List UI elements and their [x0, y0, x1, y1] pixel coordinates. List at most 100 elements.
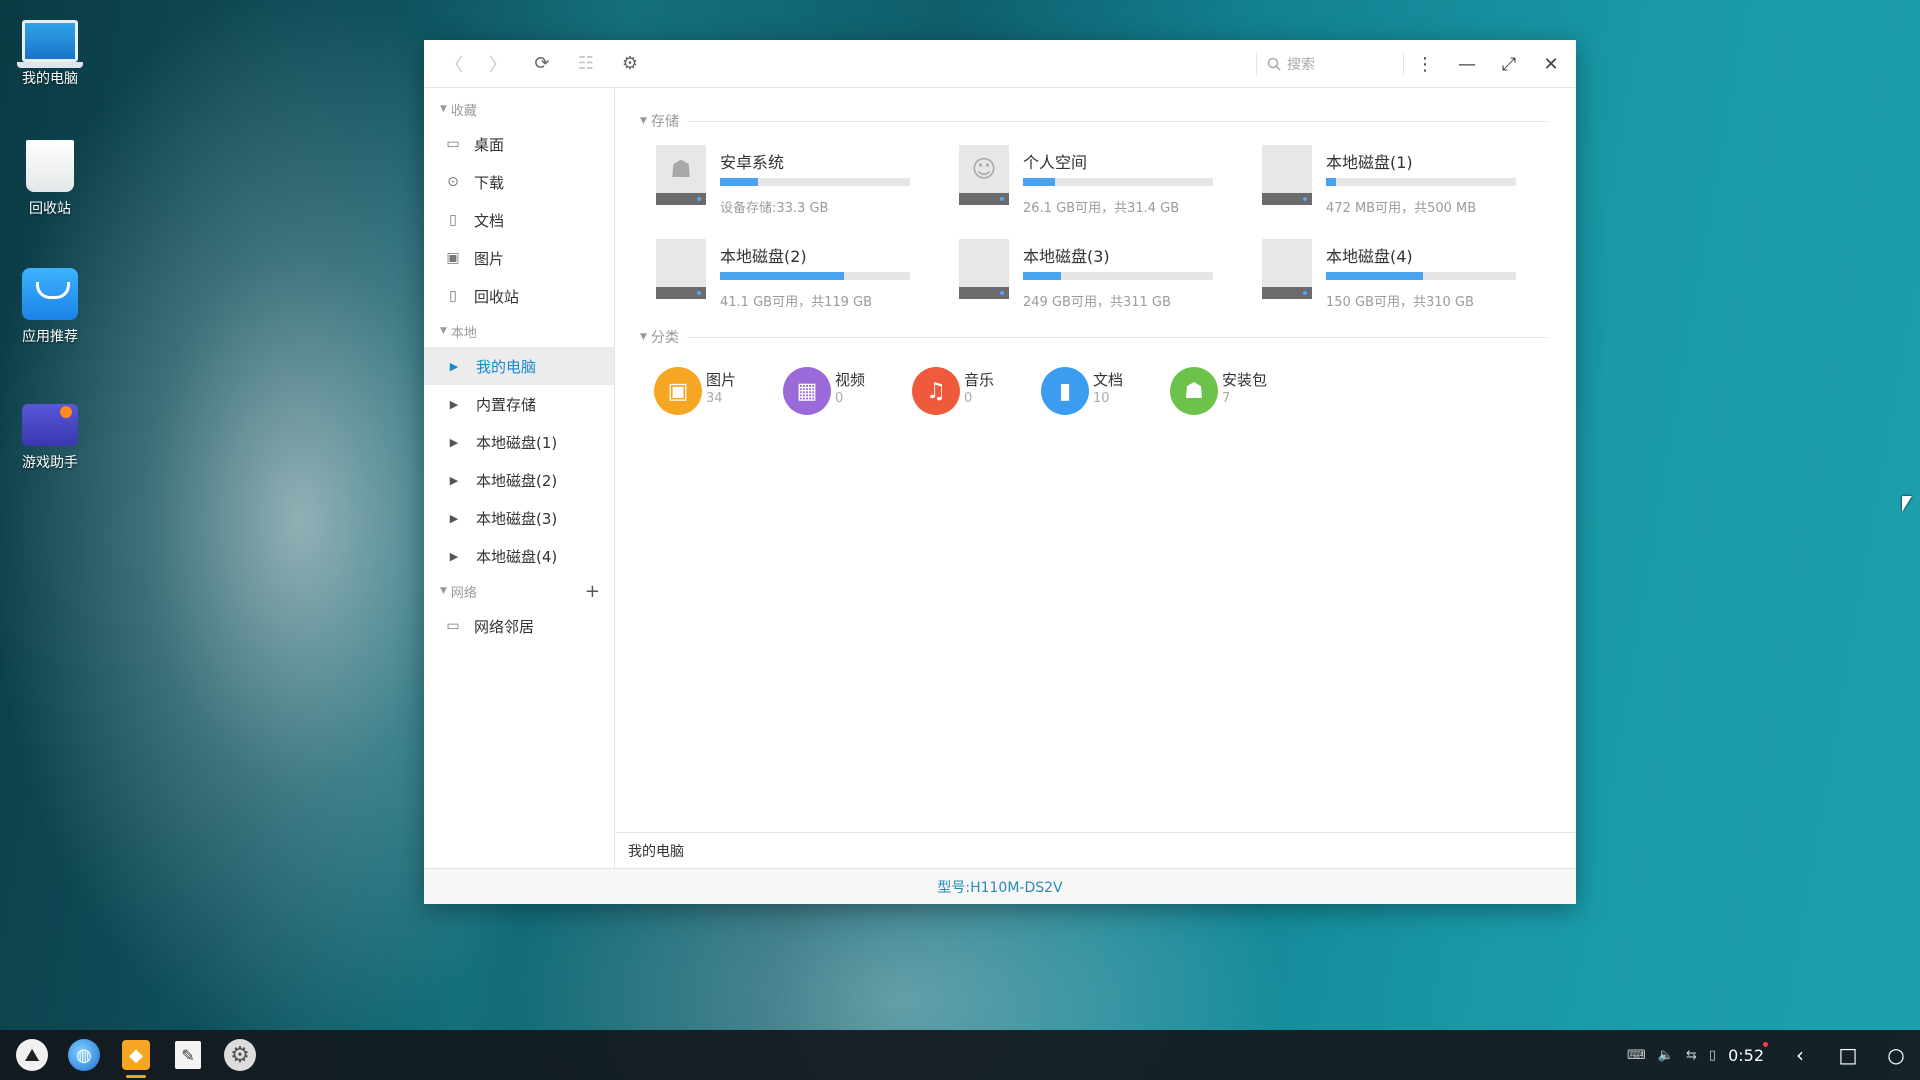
- battery-icon[interactable]: ▯: [1703, 1048, 1722, 1063]
- section-label: 存储: [650, 114, 679, 130]
- storage-section-header[interactable]: ▼ 存储: [640, 111, 1548, 131]
- sidebar-item-network-neighborhood[interactable]: ▭ 网络邻居: [424, 607, 614, 645]
- disk-name: 本地磁盘(3): [1023, 247, 1110, 266]
- disk-item[interactable]: 本地磁盘(4) 150 GB可用，共310 GB: [1262, 239, 1552, 319]
- desktop-icon-label: 游戏助手: [22, 455, 78, 471]
- sidebar-item-local-disk-1[interactable]: ▶ 本地磁盘(1): [424, 423, 614, 461]
- search-input[interactable]: 搜索: [1256, 52, 1404, 76]
- sidebar-item-local-disk-3[interactable]: ▶ 本地磁盘(3): [424, 499, 614, 537]
- expand-arrow-icon[interactable]: ▶: [446, 474, 462, 487]
- collapse-arrow-icon: ▼: [440, 326, 447, 336]
- refresh-button[interactable]: ⟳: [520, 40, 564, 88]
- file-manager-app[interactable]: ◆: [110, 1030, 162, 1080]
- sidebar-item-my-computer[interactable]: ▶ 我的电脑: [424, 347, 614, 385]
- taskbar: ⛰ ◍ ◆ ✎ ⚙ ⌨ 🔈 ⇆ ▯ 0:52 ‹ □ ○: [0, 1030, 1920, 1080]
- keyboard-icon[interactable]: ⌨: [1621, 1048, 1652, 1063]
- status-bar: 型号:H110M-DS2V: [424, 868, 1576, 904]
- disk-item[interactable]: 本地磁盘(2) 41.1 GB可用，共119 GB: [656, 239, 946, 319]
- volume-icon[interactable]: 🔈: [1652, 1048, 1680, 1063]
- back-icon: 〈: [445, 54, 463, 76]
- forward-button[interactable]: 〉: [476, 40, 520, 88]
- desktop-icon-my-computer[interactable]: 我的电脑: [6, 10, 94, 88]
- back-button[interactable]: 〈: [432, 40, 476, 88]
- disk-item[interactable]: 本地磁盘(3) 249 GB可用，共311 GB: [959, 239, 1249, 319]
- view-mode-button[interactable]: ☷: [564, 40, 608, 88]
- minimize-icon: —: [1458, 53, 1476, 75]
- sidebar-item-desktop[interactable]: ▭ 桌面: [424, 125, 614, 163]
- more-menu-button[interactable]: ⋮: [1404, 40, 1446, 88]
- category-item-pictures[interactable]: ▣ 图片 34: [654, 367, 774, 417]
- desktop-icon: ▭: [446, 136, 460, 152]
- image-icon: ▣: [446, 250, 460, 266]
- maximize-button[interactable]: ⤢: [1488, 40, 1530, 88]
- expand-arrow-icon[interactable]: ▶: [446, 550, 462, 563]
- minimize-button[interactable]: —: [1446, 40, 1488, 88]
- sidebar-item-label: 回收站: [474, 287, 520, 306]
- image-icon: ▣: [654, 367, 702, 415]
- disk-usage-bar: [1326, 178, 1516, 186]
- disk-icon: [656, 239, 706, 299]
- game-keyboard-icon: [22, 404, 78, 446]
- category-count: 10: [1093, 391, 1110, 406]
- clock[interactable]: 0:52: [1722, 1041, 1776, 1065]
- breadcrumb-item[interactable]: 我的电脑: [628, 841, 684, 861]
- category-item-music[interactable]: ♫ 音乐 0: [912, 367, 1032, 417]
- home-nav-button[interactable]: ○: [1872, 1043, 1920, 1067]
- expand-arrow-icon[interactable]: ▶: [446, 398, 462, 411]
- recents-nav-button[interactable]: □: [1824, 1043, 1872, 1067]
- sidebar-section-local[interactable]: ▼ 本地: [424, 315, 614, 347]
- category-name: 安装包: [1222, 371, 1268, 389]
- expand-arrow-icon[interactable]: ▶: [446, 360, 462, 373]
- disk-usage-bar: [720, 178, 910, 186]
- desktop-icon-app-store[interactable]: 应用推荐: [6, 268, 94, 346]
- back-nav-button[interactable]: ‹: [1776, 1043, 1824, 1067]
- disk-detail: 41.1 GB可用，共119 GB: [720, 295, 873, 310]
- download-icon: ⊙: [447, 174, 459, 190]
- forward-icon: 〉: [489, 54, 507, 76]
- category-item-documents[interactable]: ▮ 文档 10: [1041, 367, 1161, 417]
- category-item-videos[interactable]: ▦ 视频 0: [783, 367, 903, 417]
- search-icon: [1267, 57, 1281, 71]
- sidebar-item-documents[interactable]: ▯ 文档: [424, 201, 614, 239]
- category-item-packages[interactable]: ☗ 安装包 7: [1170, 367, 1290, 417]
- disk-item[interactable]: ☺ 个人空间 26.1 GB可用，共31.4 GB: [959, 145, 1249, 225]
- close-button[interactable]: ✕: [1530, 40, 1572, 88]
- launcher-button[interactable]: ⛰: [6, 1030, 58, 1080]
- sidebar-section-favorites[interactable]: ▼ 收藏: [424, 93, 614, 125]
- sidebar-item-local-disk-4[interactable]: ▶ 本地磁盘(4): [424, 537, 614, 575]
- disk-detail: 150 GB可用，共310 GB: [1326, 295, 1474, 310]
- editor-app[interactable]: ✎: [162, 1030, 214, 1080]
- expand-arrow-icon[interactable]: ▶: [446, 512, 462, 525]
- browser-app[interactable]: ◍: [58, 1030, 110, 1080]
- network-icon: ▭: [446, 618, 460, 634]
- disk-name: 安卓系统: [720, 153, 785, 172]
- network-status-icon[interactable]: ⇆: [1680, 1048, 1703, 1063]
- sidebar-item-label: 本地磁盘(3): [476, 509, 558, 528]
- sidebar-item-download[interactable]: ⊙ 下载: [424, 163, 614, 201]
- desktop-icon-recycle-bin[interactable]: 回收站: [6, 140, 94, 218]
- sidebar-item-recycle-bin[interactable]: ▯ 回收站: [424, 277, 614, 315]
- category-section-header[interactable]: ▼ 分类: [640, 327, 1548, 347]
- sidebar-item-label: 文档: [474, 211, 505, 230]
- disk-icon: [1262, 145, 1312, 205]
- sidebar-item-internal-storage[interactable]: ▶ 内置存储: [424, 385, 614, 423]
- sidebar-item-label: 本地磁盘(2): [476, 471, 558, 490]
- disk-usage-bar: [1023, 178, 1213, 186]
- add-network-button[interactable]: +: [585, 581, 600, 602]
- android-icon: ☗: [656, 145, 706, 205]
- sidebar-item-pictures[interactable]: ▣ 图片: [424, 239, 614, 277]
- section-label: 收藏: [450, 103, 477, 119]
- sidebar-section-network[interactable]: ▼ 网络 +: [424, 575, 614, 607]
- settings-app[interactable]: ⚙: [214, 1030, 266, 1080]
- disk-item[interactable]: ☗ 安卓系统 设备存储:33.3 GB: [656, 145, 946, 225]
- sidebar-item-local-disk-2[interactable]: ▶ 本地磁盘(2): [424, 461, 614, 499]
- settings-button[interactable]: ⚙: [608, 40, 652, 88]
- expand-arrow-icon[interactable]: ▶: [446, 436, 462, 449]
- disk-item[interactable]: 本地磁盘(1) 472 MB可用，共500 MB: [1262, 145, 1552, 225]
- sidebar: ▼ 收藏 ▭ 桌面 ⊙ 下载 ▯ 文档 ▣ 图片 ▯ 回收站 ▼ 本地 ▶ 我的电脑 ▶ 内置存储…: [424, 89, 615, 868]
- circle-icon: ○: [1887, 1043, 1905, 1067]
- sidebar-item-label: 我的电脑: [476, 357, 537, 376]
- category-name: 视频: [835, 371, 866, 389]
- category-name: 音乐: [964, 371, 995, 389]
- desktop-icon-game-assistant[interactable]: 游戏助手: [6, 396, 94, 472]
